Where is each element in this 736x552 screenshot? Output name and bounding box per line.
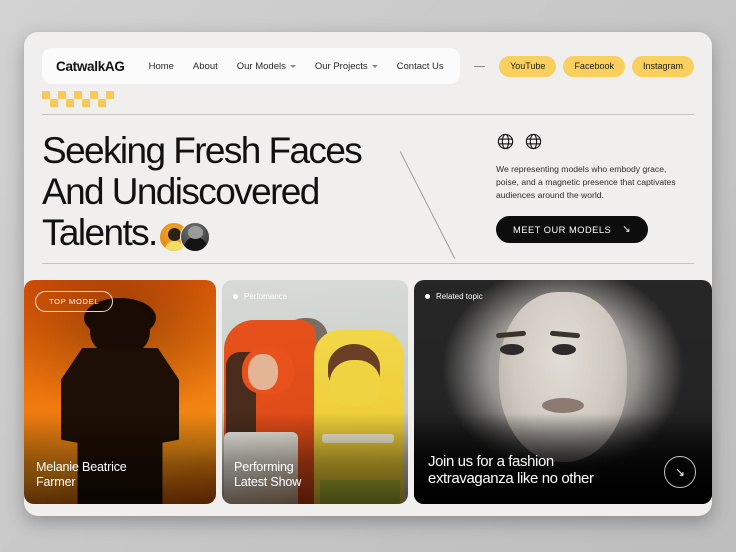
card-scrim: [24, 412, 216, 504]
status-badge-label: Perfomance: [244, 292, 288, 301]
social-links: YouTube Facebook Instagram: [499, 55, 694, 77]
globe-icon-group: [496, 132, 686, 151]
model-card-top-model[interactable]: TOP MODEL Melanie Beatrice Farmer: [24, 280, 216, 504]
status-badge[interactable]: Perfomance: [233, 292, 287, 301]
nav-item-home[interactable]: Home: [149, 61, 174, 72]
card-title-line-2: extravaganza like no other: [428, 470, 594, 488]
divider-top: [42, 114, 694, 115]
bullet-dot-icon: [425, 294, 430, 299]
card-title: Melanie Beatrice Farmer: [36, 460, 127, 490]
nav-item-contact-us[interactable]: Contact Us: [397, 61, 444, 72]
card-title: Join us for a fashion extravaganza like …: [428, 453, 594, 488]
card-title-line-1: Performing: [234, 460, 294, 475]
nav-links: Home About Our Models Our Projects Conta…: [149, 61, 444, 72]
meet-our-models-button[interactable]: MEET OUR MODELS ↘: [496, 216, 649, 244]
social-facebook-button[interactable]: Facebook: [563, 55, 625, 77]
nav-item-our-models[interactable]: Our Models: [237, 61, 296, 72]
card-title-line-1: Melanie Beatrice: [36, 460, 127, 475]
nav-item-about[interactable]: About: [193, 61, 218, 72]
hero-info-block: We representing models who embody grace,…: [496, 132, 686, 244]
navbar: CatwalkAG Home About Our Models Our Proj…: [42, 48, 694, 84]
checker-decoration: [42, 91, 114, 109]
headline-line-1: Seeking Fresh Faces: [42, 130, 363, 171]
avatar: [179, 222, 210, 253]
nav-item-label: Our Projects: [314, 60, 368, 72]
nav-item-label: About: [192, 60, 218, 72]
page-title: Seeking Fresh Faces And Undiscovered Tal…: [42, 130, 442, 253]
nav-item-label: Our Models: [236, 60, 286, 72]
bullet-dot-icon: [233, 294, 238, 299]
nav-pill: CatwalkAG Home About Our Models Our Proj…: [42, 48, 460, 84]
card-scrim: [222, 412, 408, 504]
status-badge[interactable]: TOP MODEL: [35, 291, 114, 312]
hero-description: We representing models who embody grace,…: [496, 164, 676, 201]
card-title-line-1: Join us for a fashion: [428, 452, 554, 470]
model-card-performance[interactable]: Perfomance Performing Latest Show: [222, 280, 408, 504]
social-youtube-button[interactable]: YouTube: [499, 55, 557, 77]
nav-item-label: Contact Us: [396, 60, 444, 72]
arrow-down-right-icon: ↘: [622, 223, 632, 235]
chevron-down-icon: [289, 65, 296, 68]
app-canvas: CatwalkAG Home About Our Models Our Proj…: [24, 32, 712, 516]
card-arrow-button[interactable]: ↘: [664, 456, 696, 488]
headline-line-3: Talents.: [42, 212, 158, 254]
social-instagram-button[interactable]: Instagram: [631, 55, 694, 77]
card-gallery: TOP MODEL Melanie Beatrice Farmer Perfom…: [24, 280, 712, 516]
nav-divider-line: [473, 65, 486, 67]
cta-label: MEET OUR MODELS: [513, 224, 612, 235]
globe-icon: [524, 132, 543, 151]
card-title: Performing Latest Show: [234, 460, 301, 490]
status-badge-label: Related topic: [436, 292, 483, 301]
nav-item-our-projects[interactable]: Our Projects: [315, 61, 378, 72]
hero-headline-block: Seeking Fresh Faces And Undiscovered Tal…: [42, 130, 442, 253]
divider-bottom: [42, 263, 694, 264]
nav-item-label: Home: [148, 60, 174, 72]
chevron-down-icon: [371, 65, 378, 68]
brand-logo[interactable]: CatwalkAG: [56, 59, 125, 74]
model-card-related-topic[interactable]: Related topic Join us for a fashion extr…: [414, 280, 712, 504]
globe-icon: [496, 132, 515, 151]
headline-line-3-wrap: Talents.: [42, 212, 442, 253]
status-badge[interactable]: Related topic: [425, 292, 483, 301]
headline-line-2: And Undiscovered: [42, 171, 320, 213]
card-title-line-2: Farmer: [36, 475, 76, 490]
card-title-line-2: Latest Show: [234, 475, 302, 490]
avatar-group: [158, 222, 210, 253]
